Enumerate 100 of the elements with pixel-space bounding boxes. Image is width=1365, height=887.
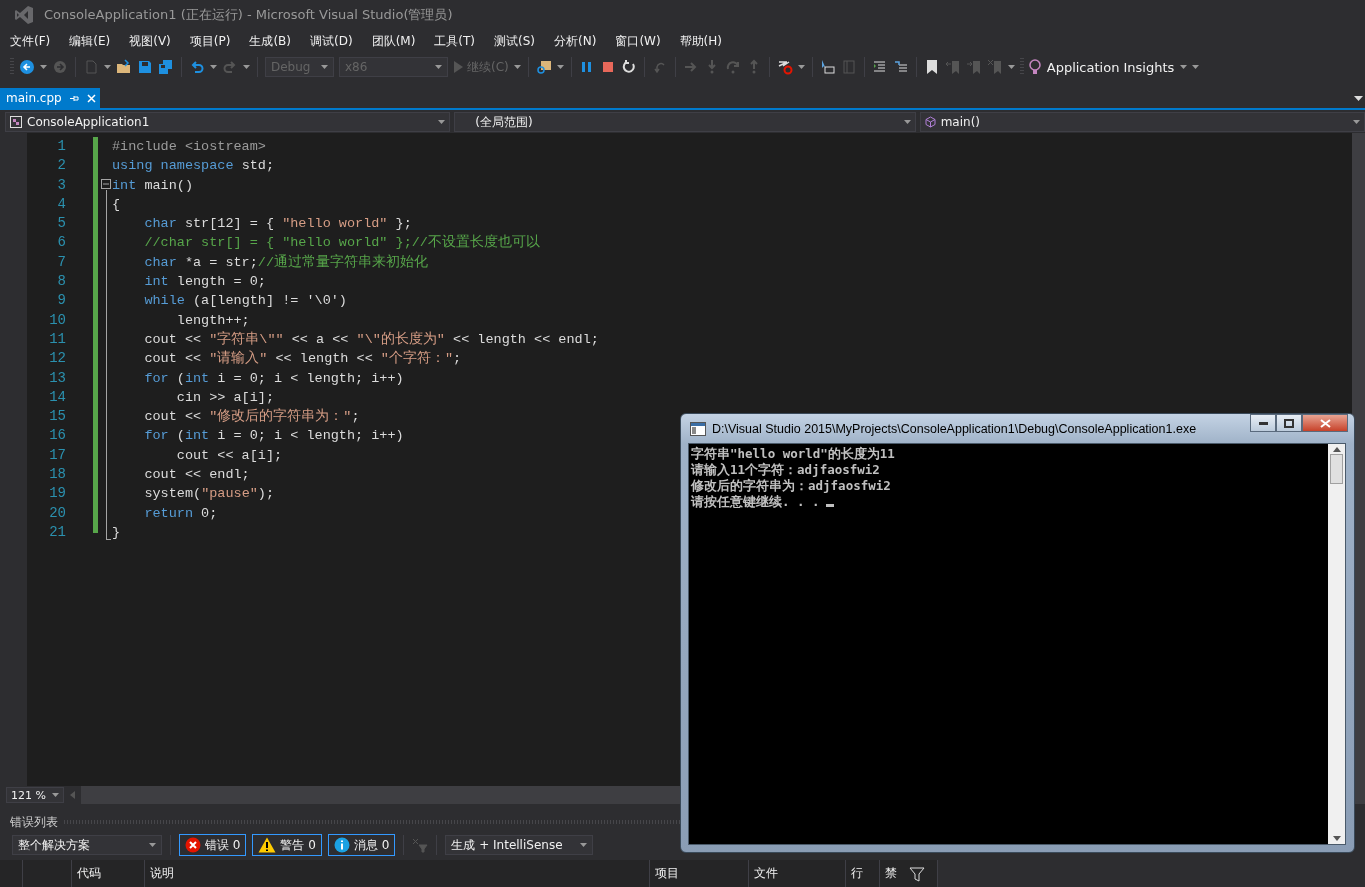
save-icon[interactable]: [137, 59, 153, 75]
line-number: 21: [48, 522, 67, 542]
filter-toggle[interactable]: 警告 0: [252, 834, 322, 856]
source-dropdown[interactable]: 生成 + IntelliSense: [445, 835, 594, 855]
find-process-icon[interactable]: [535, 59, 552, 75]
caret-icon: [149, 843, 156, 847]
code-line: }: [112, 523, 121, 542]
console-scrollbar[interactable]: [1328, 444, 1345, 844]
info-icon: [333, 837, 350, 853]
code-line: {: [112, 195, 121, 214]
pin-icon[interactable]: [69, 93, 79, 103]
scroll-down-icon[interactable]: [1332, 836, 1341, 841]
caret-icon: [903, 120, 911, 124]
column-header[interactable]: 文件: [754, 865, 779, 882]
application-insights-button[interactable]: Application Insights: [1028, 59, 1188, 75]
filter-toggle[interactable]: 消息 0: [327, 834, 396, 856]
menu-item[interactable]: 编辑(E): [61, 32, 119, 50]
code-line: int length = 0;: [143, 273, 266, 292]
code-line: cin >> a[i];: [175, 388, 275, 407]
caret-icon: [243, 65, 250, 69]
caret-icon: [104, 65, 111, 69]
menu-item[interactable]: 调试(D): [302, 32, 361, 50]
panel-title: 错误列表: [10, 813, 58, 831]
breakpoints-icon[interactable]: [776, 59, 793, 75]
scroll-up-icon[interactable]: [1332, 447, 1341, 452]
project-dropdown[interactable]: ConsoleApplication1: [5, 112, 451, 132]
caret-icon: [513, 65, 521, 69]
line-number: 6: [56, 233, 67, 253]
console-output-line: 请输入11个字符：adjfaosfwi2: [691, 462, 880, 478]
code-line: return 0;: [143, 504, 218, 523]
save-all-icon[interactable]: [158, 59, 174, 75]
maximize-icon: [1284, 418, 1294, 428]
close-icon[interactable]: [86, 93, 96, 103]
code-line: cout << "请输入" << length << "个字符：";: [143, 349, 462, 369]
line-number: 2: [56, 156, 67, 176]
menu-item[interactable]: 项目(P): [181, 32, 239, 50]
caret-icon: [210, 65, 217, 69]
line-number: 19: [48, 484, 67, 504]
column-header[interactable]: 行: [851, 865, 864, 882]
menu-item[interactable]: 生成(B): [241, 32, 299, 50]
maximize-button[interactable]: [1276, 414, 1302, 432]
menu-item[interactable]: 工具(T): [426, 32, 484, 50]
tab-list-caret-icon[interactable]: [1354, 95, 1363, 101]
line-number: 9: [56, 291, 67, 311]
minimize-button[interactable]: [1250, 414, 1276, 432]
outdent-icon[interactable]: [892, 59, 909, 75]
zoom-dropdown[interactable]: 121 %: [6, 787, 64, 803]
scope-dropdown[interactable]: 整个解决方案: [12, 835, 162, 855]
column-header[interactable]: 代码: [77, 865, 102, 882]
undo-icon[interactable]: [189, 59, 205, 75]
caret-icon: [1007, 65, 1015, 69]
line-number: 11: [48, 329, 67, 349]
code-line: using namespace std;: [112, 157, 275, 176]
code-line: char *a = str;//通过常量字符串来初始化: [143, 253, 429, 272]
indent-icon[interactable]: [871, 59, 888, 75]
column-header[interactable]: 说明: [150, 865, 175, 882]
scroll-thumb[interactable]: [1330, 454, 1343, 484]
code-line: #include <iostream>: [112, 138, 266, 156]
menu-item[interactable]: 文件(F): [2, 32, 59, 50]
caret-icon: [321, 65, 328, 69]
scope-dropdown[interactable]: (全局范围): [454, 112, 916, 132]
column-header[interactable]: 禁: [884, 865, 897, 882]
code-line: cout << a[i];: [175, 446, 283, 465]
collapse-icon[interactable]: [101, 179, 111, 189]
code-line: system("pause");: [143, 485, 275, 504]
file-tab[interactable]: main.cpp: [0, 88, 100, 108]
minimize-icon: [1258, 421, 1268, 425]
select-element-icon[interactable]: [819, 59, 836, 75]
line-number: 8: [56, 272, 67, 292]
column-header[interactable]: 项目: [655, 865, 679, 882]
code-line: for (int i = 0; i < length; i++): [143, 369, 404, 388]
window-title: ConsoleApplication1 (正在运行) - Microsoft Visual Studio(管理员): [44, 6, 453, 24]
restart-icon[interactable]: [620, 59, 637, 75]
menu-item[interactable]: 测试(S): [486, 32, 544, 50]
menu-item[interactable]: 分析(N): [546, 32, 605, 50]
member-dropdown[interactable]: main(): [919, 112, 1365, 132]
text-cursor: [825, 503, 834, 507]
open-folder-icon[interactable]: [116, 59, 132, 75]
caret-icon: [1353, 120, 1360, 124]
code-line: cout << "字符串\"" << a << "\"的长度为" << length << endl;: [143, 330, 599, 349]
menu-item[interactable]: 帮助(H): [671, 32, 730, 50]
menu-item[interactable]: 窗口(W): [607, 32, 669, 50]
line-number: 7: [56, 252, 67, 272]
back-icon[interactable]: [19, 59, 35, 75]
console-output-line: 修改后的字符串为：adjfaosfwi2: [691, 478, 891, 494]
caret-icon: [438, 120, 446, 124]
caret-icon: [52, 793, 59, 797]
filter-icon[interactable]: [908, 865, 925, 882]
error-icon: [185, 837, 201, 853]
caret-icon: [435, 65, 442, 69]
line-number: 3: [56, 175, 67, 195]
filter-toggle[interactable]: 错误 0: [179, 834, 247, 856]
menu-item[interactable]: 团队(M): [363, 32, 424, 50]
project-icon: [10, 116, 22, 128]
overflow-caret-icon: [1192, 65, 1200, 69]
console-title: D:\Visual Studio 2015\MyProjects\ConsoleApplication1\Debug\ConsoleApplication1.exe: [712, 421, 1197, 436]
menu-item[interactable]: 视图(V): [121, 32, 179, 50]
code-line: length++;: [175, 311, 250, 330]
close-button[interactable]: [1302, 414, 1348, 432]
lightbulb-icon: [1028, 59, 1041, 75]
